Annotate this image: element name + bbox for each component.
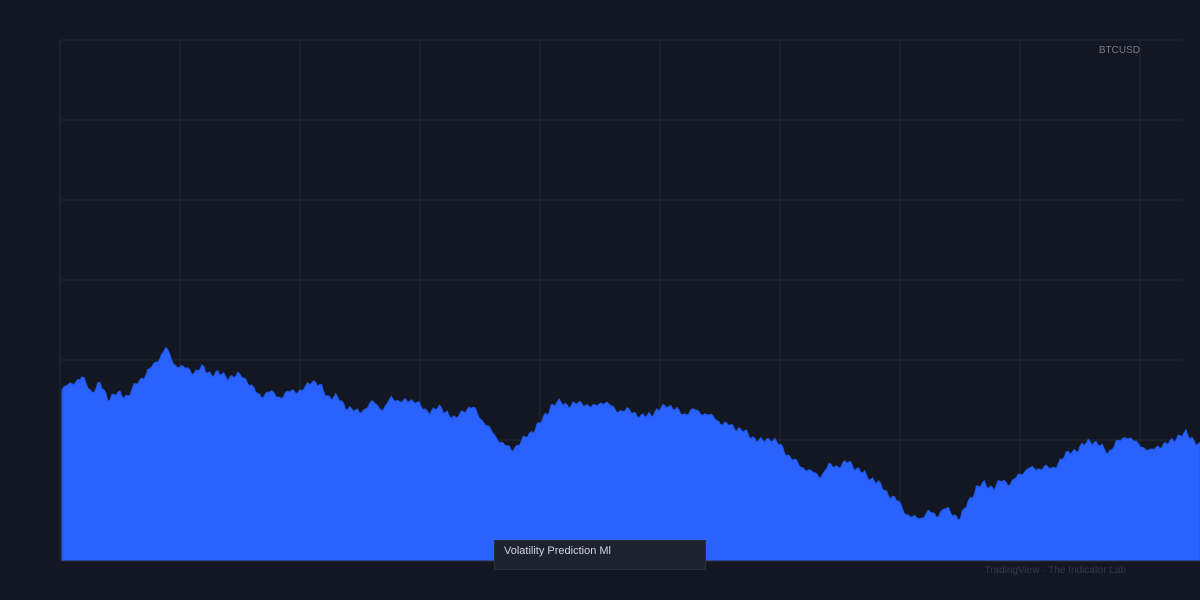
watermark-text: TradingView · The Indicator Lab [984, 565, 1126, 576]
indicator-label[interactable]: Volatility Prediction Ml [494, 540, 706, 570]
symbol-label: BTCUSD [1098, 45, 1140, 56]
area-layer [61, 346, 1200, 562]
area-series [61, 346, 1200, 562]
chart-canvas [59, 39, 1200, 562]
chart-root: BTCUSD Volatility Prediction Ml TradingV… [0, 0, 1200, 600]
